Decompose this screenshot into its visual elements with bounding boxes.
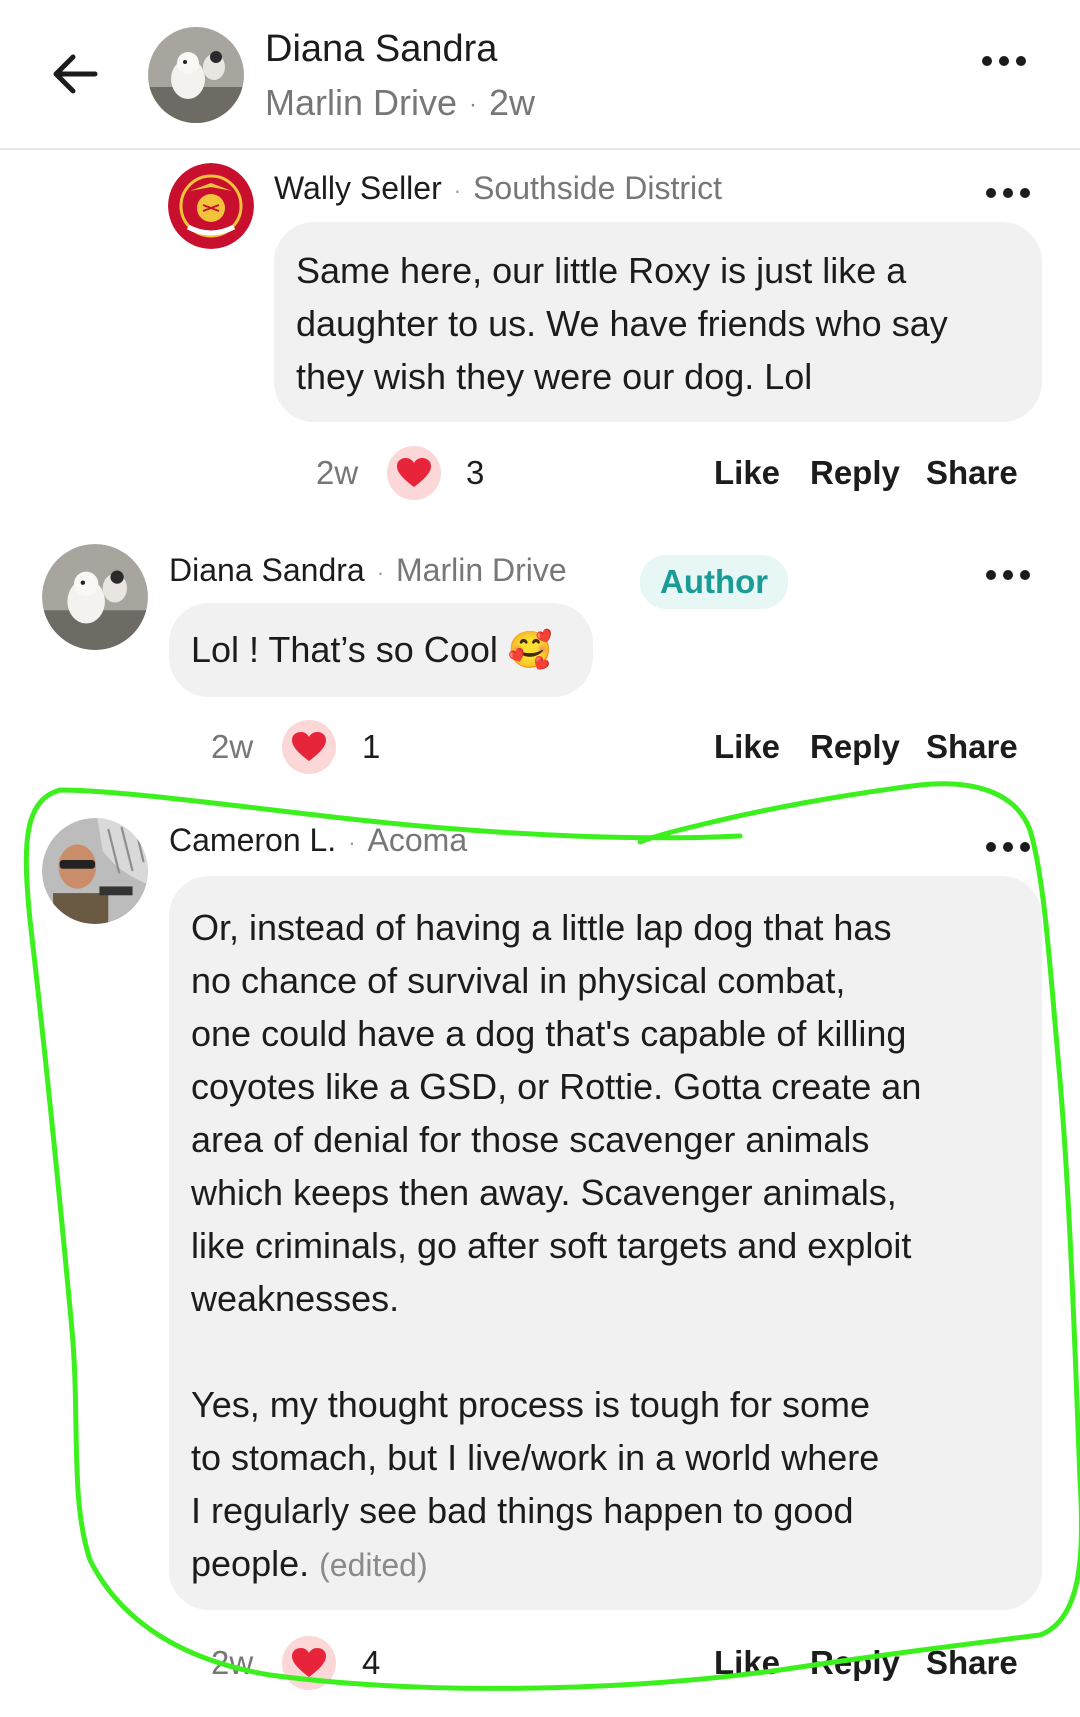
- comment-line: like criminals, go after soft targets an…: [191, 1225, 912, 1266]
- comment-header: Diana Sandra · Marlin Drive: [169, 552, 567, 589]
- comment-more-button[interactable]: [986, 570, 1030, 580]
- comment-line: Or, instead of having a little lap dog t…: [191, 907, 892, 948]
- separator-dot: ·: [453, 177, 462, 203]
- more-horizontal-icon: [986, 842, 1030, 852]
- share-button[interactable]: Share: [926, 728, 1018, 766]
- comment-line: I regularly see bad things happen to goo…: [191, 1490, 854, 1531]
- marine-emblem-icon: [168, 163, 254, 249]
- arrow-left-icon: [53, 54, 98, 94]
- comment-bubble: Same here, our little Roxy is just like …: [274, 222, 1042, 422]
- comment-header: Cameron L. · Acoma: [169, 822, 467, 859]
- more-horizontal-icon: [986, 188, 1030, 198]
- comment-line: which keeps then away. Scavenger animals…: [191, 1172, 897, 1213]
- commenter-avatar[interactable]: [42, 818, 148, 924]
- comment-line: no chance of survival in physical combat…: [191, 960, 846, 1001]
- author-avatar[interactable]: [148, 27, 244, 123]
- dog-photo-icon: [42, 544, 148, 650]
- reaction-badge[interactable]: [282, 1636, 336, 1690]
- comment-header: Wally Seller · Southside District: [274, 170, 722, 207]
- dog-photo-icon: [148, 27, 244, 123]
- comment-line: coyotes like a GSD, or Rottie. Gotta cre…: [191, 1066, 922, 1107]
- heart-icon: [292, 732, 326, 761]
- more-horizontal-icon: [982, 56, 1026, 66]
- man-photo-icon: [42, 818, 148, 924]
- like-button[interactable]: Like: [714, 1644, 780, 1682]
- comment-thread-page: Diana Sandra Marlin Drive · 2w Wally Selle…: [0, 0, 1080, 1717]
- share-button[interactable]: Share: [926, 454, 1018, 492]
- comment-actions: 2w 4 Like Reply Share: [0, 1636, 1080, 1692]
- comment-line: people. (edited): [191, 1537, 1020, 1592]
- reaction-count: 3: [466, 454, 485, 491]
- header-more-button[interactable]: [982, 56, 1026, 66]
- comment-line: they wish they were our dog. Lol: [296, 356, 813, 397]
- commenter-location: Southside District: [473, 170, 723, 206]
- top-bar: Diana Sandra Marlin Drive · 2w: [0, 0, 1080, 150]
- reply-button[interactable]: Reply: [810, 454, 900, 492]
- commenter-avatar[interactable]: [168, 163, 254, 249]
- separator-dot: ·: [376, 559, 385, 585]
- comment-line: one could have a dog that's capable of k…: [191, 1013, 907, 1054]
- comment-time: 2w: [316, 454, 359, 491]
- commenter-avatar[interactable]: [42, 544, 148, 650]
- reply-button[interactable]: Reply: [810, 728, 900, 766]
- edited-label: (edited): [319, 1547, 428, 1583]
- comment-time: 2w: [211, 728, 254, 765]
- comment-line: daughter to us. We have friends who say: [296, 303, 948, 344]
- share-button[interactable]: Share: [926, 1644, 1018, 1682]
- header-location: Marlin Drive: [265, 82, 458, 123]
- comment-bubble: Or, instead of having a little lap dog t…: [169, 876, 1042, 1610]
- commenter-location: Marlin Drive: [396, 552, 567, 588]
- header-title[interactable]: Diana Sandra: [265, 28, 497, 71]
- reaction-count: 4: [362, 1644, 381, 1681]
- more-horizontal-icon: [986, 570, 1030, 580]
- heart-icon: [292, 1648, 326, 1677]
- comment-bubble: Lol ! That’s so Cool 🥰: [169, 603, 593, 697]
- comment-actions: 2w 1 Like Reply Share: [0, 720, 1080, 776]
- reply-button[interactable]: Reply: [810, 1644, 900, 1682]
- back-button[interactable]: [46, 48, 104, 100]
- comment-line: Yes, my thought process is tough for som…: [191, 1384, 871, 1425]
- like-button[interactable]: Like: [714, 454, 780, 492]
- comment-line: weaknesses.: [191, 1278, 400, 1319]
- heart-icon: [397, 458, 431, 487]
- comment-text: Lol ! That’s so Cool: [191, 629, 498, 670]
- smiling-hearts-emoji: 🥰: [507, 629, 553, 670]
- comment-more-button[interactable]: [986, 188, 1030, 198]
- separator-dot: ·: [348, 829, 356, 855]
- comment-line: to stomach, but I live/work in a world w…: [191, 1437, 880, 1478]
- commenter-name[interactable]: Cameron L.: [169, 822, 336, 858]
- comment-line: Same here, our little Roxy is just like …: [296, 250, 907, 291]
- comment-time: 2w: [211, 1644, 254, 1681]
- comment-last-word: people.: [191, 1543, 310, 1584]
- comment-more-button[interactable]: [986, 842, 1030, 852]
- header-time: 2w: [489, 82, 536, 123]
- like-button[interactable]: Like: [714, 728, 780, 766]
- author-badge: Author: [640, 555, 789, 609]
- commenter-location: Acoma: [367, 822, 468, 858]
- comment-actions: 2w 3 Like Reply Share: [0, 446, 1080, 502]
- commenter-name[interactable]: Diana Sandra: [169, 552, 365, 588]
- comment-line: area of denial for those scavenger anima…: [191, 1119, 870, 1160]
- reaction-badge[interactable]: [387, 446, 441, 500]
- header-subtitle: Marlin Drive · 2w: [265, 82, 535, 124]
- commenter-name[interactable]: Wally Seller: [274, 170, 442, 206]
- separator-dot: ·: [469, 91, 478, 119]
- reaction-badge[interactable]: [282, 720, 336, 774]
- reaction-count: 1: [362, 728, 381, 765]
